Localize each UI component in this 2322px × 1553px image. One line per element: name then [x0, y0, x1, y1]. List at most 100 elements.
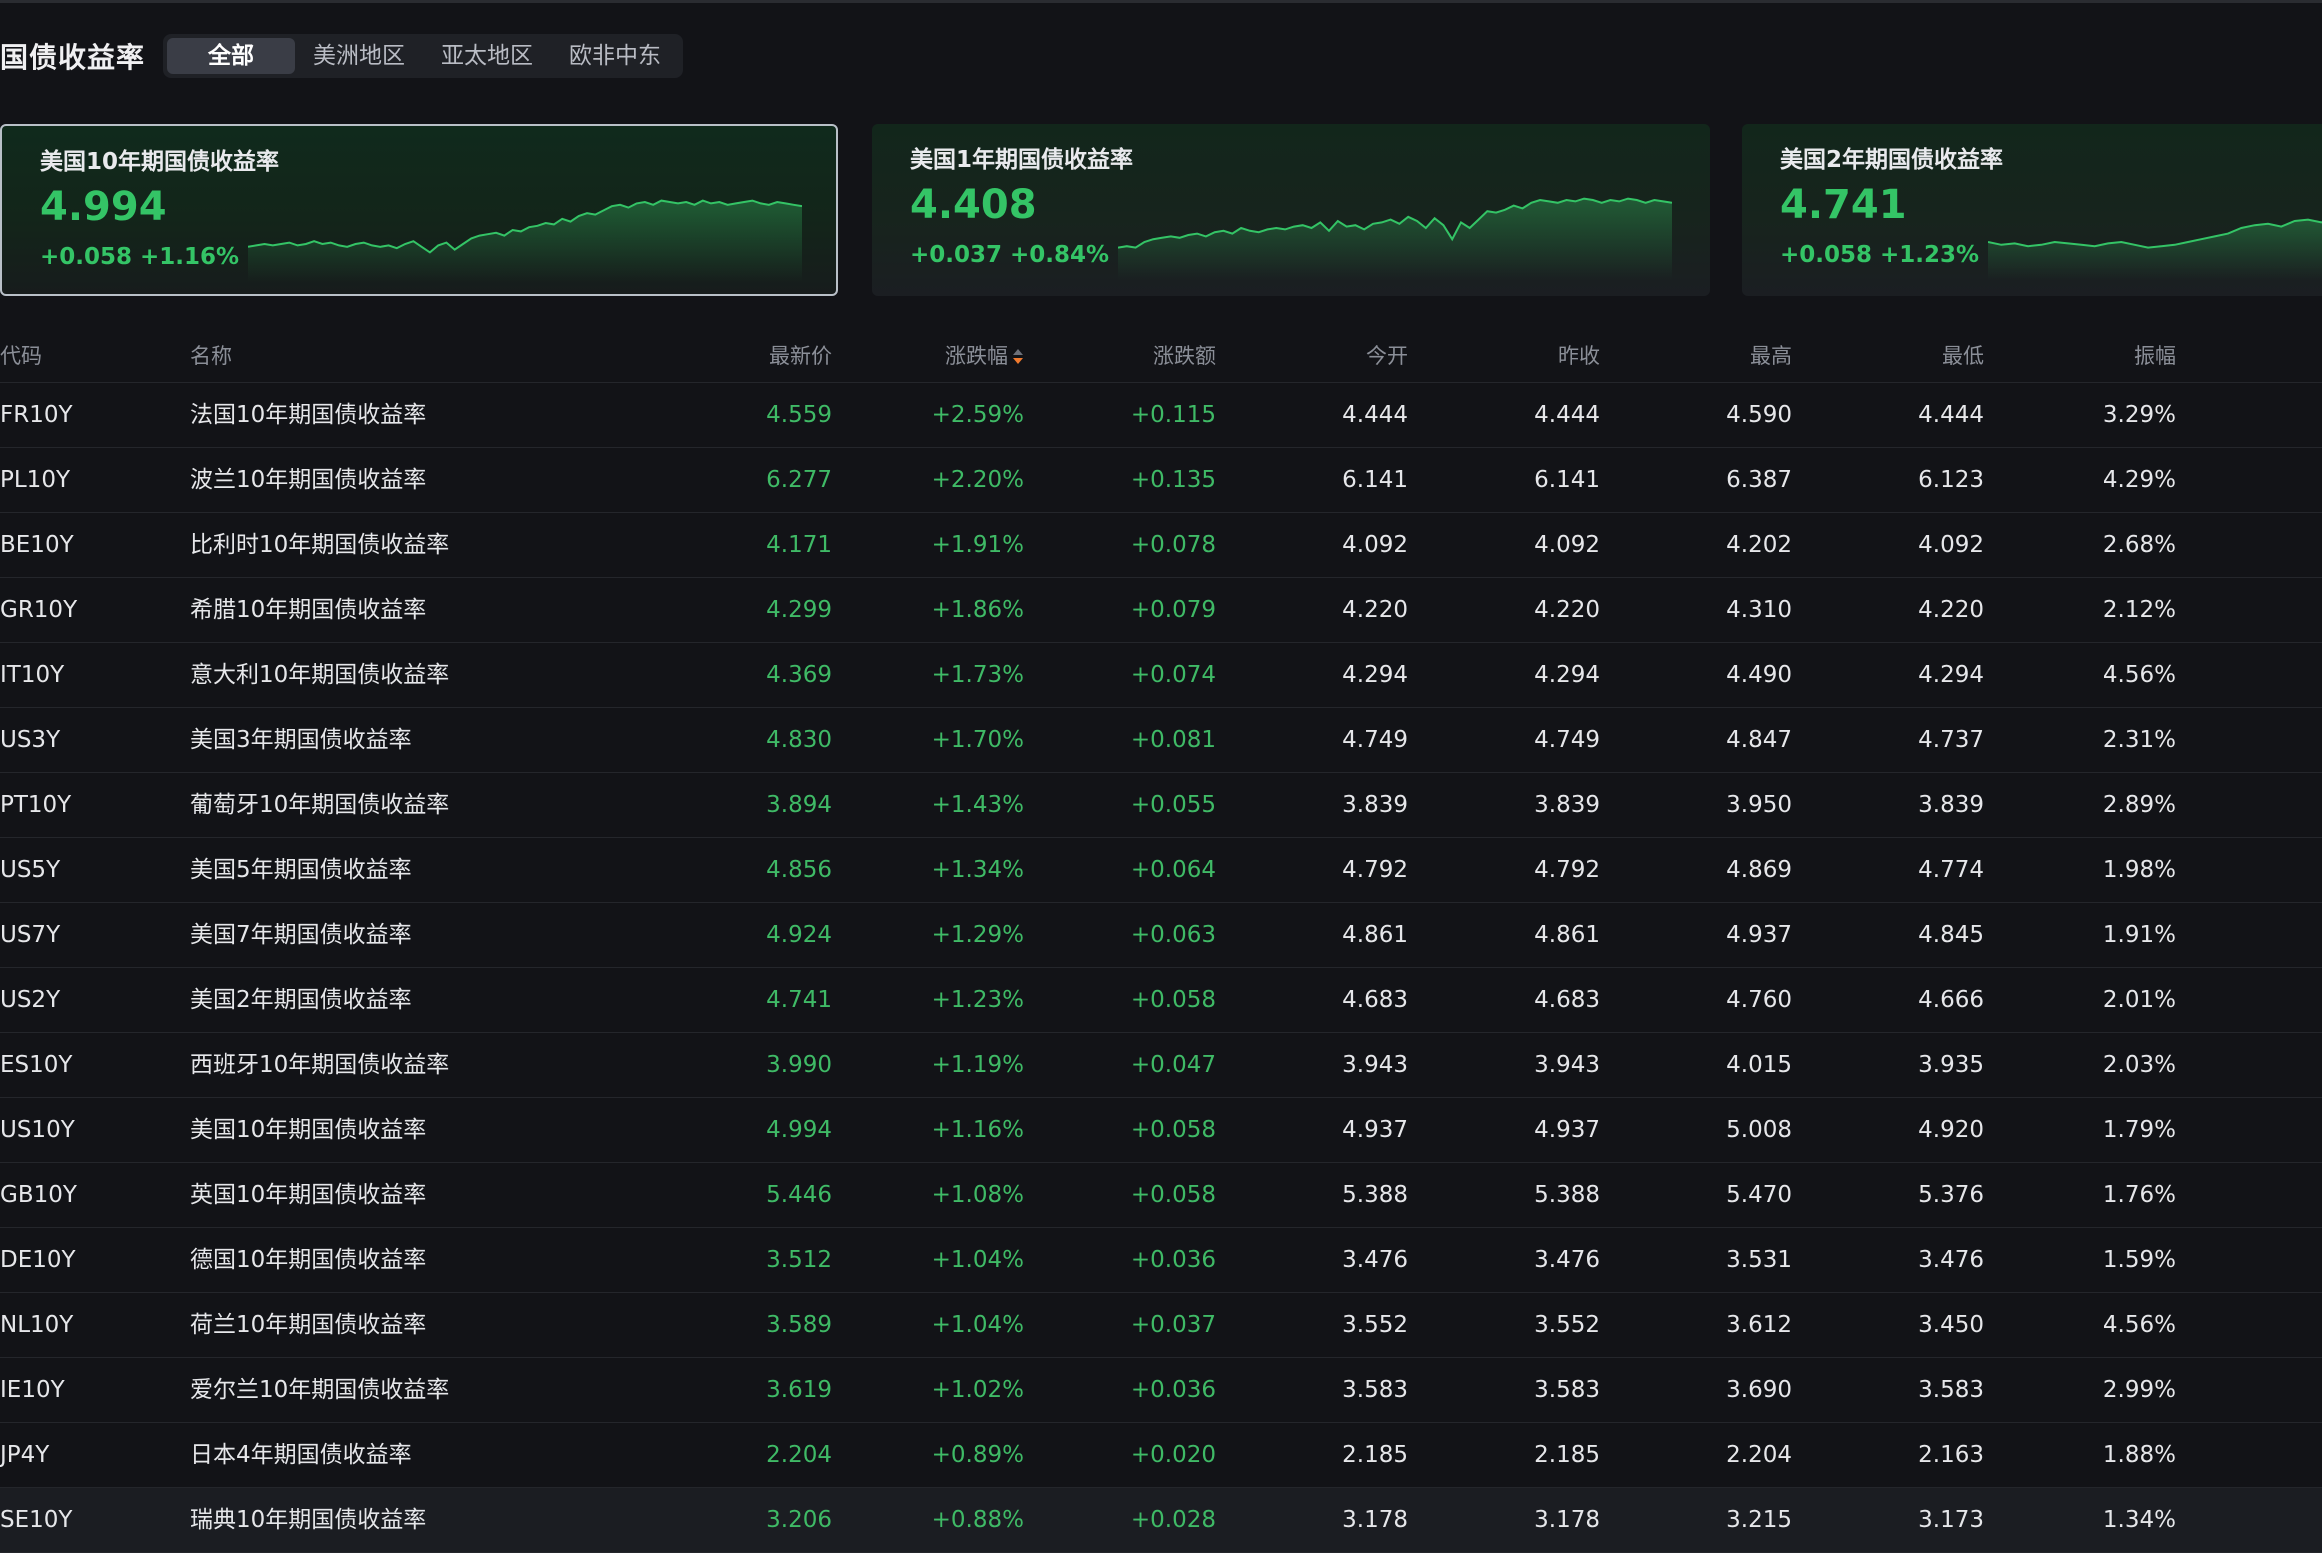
cell-code: US3Y [0, 727, 61, 753]
table-row[interactable]: JP4Y 日本4年期国债收益率 2.204 +0.89% +0.020 2.185 2.18… [0, 1423, 2322, 1488]
col-prev-close[interactable]: 昨收 [1408, 330, 1600, 382]
cell-change-pct: +1.23% [931, 987, 1024, 1013]
cell-low: 4.845 [1918, 922, 1984, 948]
cell-low: 3.935 [1918, 1052, 1984, 1078]
col-code[interactable]: 代码 [0, 330, 190, 382]
table-row[interactable]: US10Y 美国10年期国债收益率 4.994 +1.16% +0.058 4.937 4.… [0, 1098, 2322, 1163]
tab-americas[interactable]: 美洲地区 [295, 38, 423, 74]
cell-open: 3.178 [1342, 1507, 1408, 1533]
card-us2y[interactable]: 美国2年期国债收益率 4.741 +0.058 +1.23% [1742, 124, 2322, 296]
table-row[interactable]: IE10Y 爱尔兰10年期国债收益率 3.619 +1.02% +0.036 3.583 3… [0, 1358, 2322, 1423]
cell-high: 4.590 [1726, 402, 1792, 428]
cell-high: 3.690 [1726, 1377, 1792, 1403]
cell-low: 4.666 [1918, 987, 1984, 1013]
cell-open: 4.937 [1342, 1117, 1408, 1143]
table-row[interactable]: US3Y 美国3年期国债收益率 4.830 +1.70% +0.081 4.749 4.74… [0, 708, 2322, 773]
cell-high: 4.869 [1726, 857, 1792, 883]
table-row[interactable]: US5Y 美国5年期国债收益率 4.856 +1.34% +0.064 4.792 4.79… [0, 838, 2322, 903]
cell-name: 葡萄牙10年期国债收益率 [190, 792, 450, 818]
tab-emea[interactable]: 欧非中东 [551, 38, 679, 74]
table-row[interactable]: PL10Y 波兰10年期国债收益率 6.277 +2.20% +0.135 6.141 6.… [0, 448, 2322, 513]
table-row[interactable]: ES10Y 西班牙10年期国债收益率 3.990 +1.19% +0.047 3.943 3… [0, 1033, 2322, 1098]
table-row[interactable]: BE10Y 比利时10年期国债收益率 4.171 +1.91% +0.078 4.092 4… [0, 513, 2322, 578]
sparkline-area [248, 200, 802, 282]
col-change[interactable]: 涨跌额 [1024, 330, 1216, 382]
cell-amplitude: 2.99% [2102, 1377, 2176, 1403]
cell-code: US7Y [0, 922, 61, 948]
tab-all[interactable]: 全部 [167, 38, 296, 74]
col-name[interactable]: 名称 [190, 330, 710, 382]
cell-prev-close: 4.792 [1534, 857, 1600, 883]
cell-change-pct: +0.88% [931, 1507, 1024, 1533]
cell-amplitude: 2.12% [2102, 597, 2176, 623]
col-low[interactable]: 最低 [1792, 330, 1984, 382]
cell-last: 4.299 [766, 597, 832, 623]
cell-high: 3.215 [1726, 1507, 1792, 1533]
table-row[interactable]: FR10Y 法国10年期国债收益率 4.559 +2.59% +0.115 4.444 4.… [0, 383, 2322, 448]
cell-open: 4.749 [1342, 727, 1408, 753]
cell-name: 比利时10年期国债收益率 [190, 532, 450, 558]
cell-change-pct: +2.20% [931, 467, 1024, 493]
col-change-pct[interactable]: 涨跌幅 [832, 330, 1024, 382]
cell-open: 3.476 [1342, 1247, 1408, 1273]
cell-high: 5.470 [1726, 1182, 1792, 1208]
table-row[interactable]: GR10Y 希腊10年期国债收益率 4.299 +1.86% +0.079 4.220 4.… [0, 578, 2322, 643]
tab-asia-pacific[interactable]: 亚太地区 [423, 38, 551, 74]
page-header: 国债收益率 全部 美洲地区 亚太地区 欧非中东 [0, 30, 684, 82]
cell-change: +0.047 [1130, 1052, 1216, 1078]
cell-name: 法国10年期国债收益率 [190, 402, 427, 428]
cell-change: +0.058 [1130, 1182, 1216, 1208]
card-change: +0.037 +0.84% [910, 242, 1117, 268]
cell-last: 3.589 [766, 1312, 832, 1338]
table-row[interactable]: US7Y 美国7年期国债收益率 4.924 +1.29% +0.063 4.861 4.86… [0, 903, 2322, 968]
cell-name: 美国2年期国债收益率 [190, 987, 412, 1013]
cell-high: 6.387 [1726, 467, 1792, 493]
table-row[interactable]: IT10Y 意大利10年期国债收益率 4.369 +1.73% +0.074 4.294 4… [0, 643, 2322, 708]
cell-low: 6.123 [1918, 467, 1984, 493]
cell-prev-close: 4.092 [1534, 532, 1600, 558]
card-change-value: +0.058 [1780, 242, 1873, 268]
cell-low: 3.476 [1918, 1247, 1984, 1273]
cell-change-pct: +1.91% [931, 532, 1024, 558]
cell-change-pct: +2.59% [931, 402, 1024, 428]
cell-last: 3.512 [766, 1247, 832, 1273]
cell-last: 3.894 [766, 792, 832, 818]
sort-desc-icon[interactable] [1012, 348, 1024, 366]
card-us10y[interactable]: 美国10年期国债收益率 4.994 +0.058 +1.16% [0, 124, 838, 296]
cell-low: 4.220 [1918, 597, 1984, 623]
cell-amplitude: 4.29% [2102, 467, 2176, 493]
cell-low: 3.583 [1918, 1377, 1984, 1403]
cell-prev-close: 4.444 [1534, 402, 1600, 428]
cell-last: 4.856 [766, 857, 832, 883]
table-row[interactable]: NL10Y 荷兰10年期国债收益率 3.589 +1.04% +0.037 3.552 3.… [0, 1293, 2322, 1358]
cell-open: 3.552 [1342, 1312, 1408, 1338]
cell-open: 3.943 [1342, 1052, 1408, 1078]
table-row[interactable]: GB10Y 英国10年期国债收益率 5.446 +1.08% +0.058 5.388 5.… [0, 1163, 2322, 1228]
card-price: 4.994 [40, 184, 167, 230]
cell-change: +0.020 [1130, 1442, 1216, 1468]
col-last[interactable]: 最新价 [710, 330, 832, 382]
col-open[interactable]: 今开 [1216, 330, 1408, 382]
cell-prev-close: 4.683 [1534, 987, 1600, 1013]
cell-change-pct: +1.34% [931, 857, 1024, 883]
table-row[interactable]: SE10Y 瑞典10年期国债收益率 3.206 +0.88% +0.028 3.178 3.… [0, 1488, 2322, 1553]
cell-low: 4.737 [1918, 727, 1984, 753]
cell-code: PL10Y [0, 467, 70, 493]
cell-change-pct: +1.16% [931, 1117, 1024, 1143]
cell-code: US10Y [0, 1117, 75, 1143]
cell-prev-close: 3.839 [1534, 792, 1600, 818]
card-us1y[interactable]: 美国1年期国债收益率 4.408 +0.037 +0.84% [872, 124, 1710, 296]
cell-low: 4.920 [1918, 1117, 1984, 1143]
col-amplitude[interactable]: 振幅 [1984, 330, 2176, 382]
table-row[interactable]: PT10Y 葡萄牙10年期国债收益率 3.894 +1.43% +0.055 3.839 3… [0, 773, 2322, 838]
sparkline-chart [1988, 218, 2322, 280]
cell-high: 2.204 [1726, 1442, 1792, 1468]
col-high[interactable]: 最高 [1600, 330, 1792, 382]
table-row[interactable]: DE10Y 德国10年期国债收益率 3.512 +1.04% +0.036 3.476 3.… [0, 1228, 2322, 1293]
cell-name: 美国5年期国债收益率 [190, 857, 412, 883]
sparkline-area [1118, 198, 1672, 280]
table-row[interactable]: US2Y 美国2年期国债收益率 4.741 +1.23% +0.058 4.683 4.68… [0, 968, 2322, 1033]
cell-change: +0.063 [1130, 922, 1216, 948]
cell-low: 2.163 [1918, 1442, 1984, 1468]
cell-change-pct: +1.73% [931, 662, 1024, 688]
